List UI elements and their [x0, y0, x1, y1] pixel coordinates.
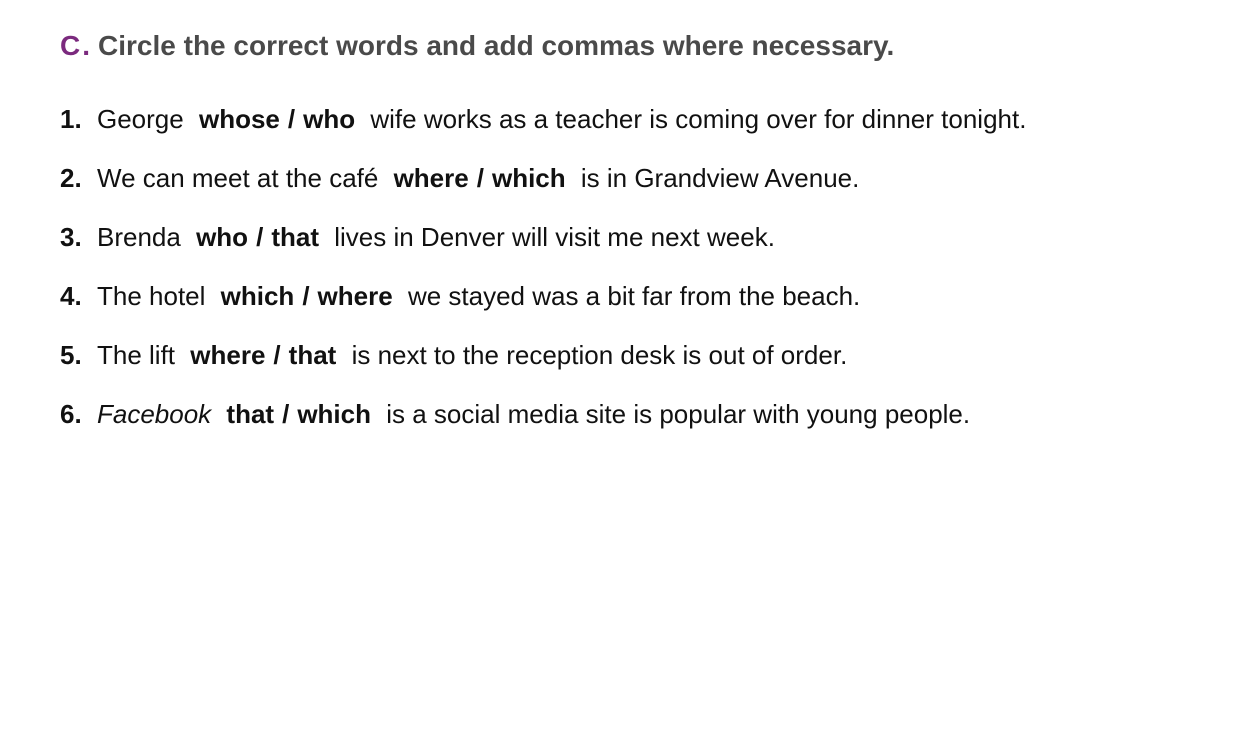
sentence-after: lives in Denver will visit me next week. [334, 222, 775, 252]
exercise-c: C. Circle the correct words and add comma… [60, 30, 1210, 446]
sentence-after: is next to the reception desk is out of … [351, 340, 848, 370]
sentence-item-4: 4. The hotel which / where we stayed was a… [60, 269, 1210, 324]
sentence-text: We can meet at the café where / which is i… [97, 151, 1210, 206]
sentence-item-1: 1. George whose / who wife works as a teac… [60, 92, 1210, 147]
option-b[interactable]: where [310, 281, 401, 311]
sentence-list: 1. George whose / who wife works as a teac… [60, 92, 1210, 442]
sentence-before: The hotel [97, 281, 206, 311]
item-number: 1. [60, 104, 82, 134]
option-b[interactable]: that [281, 340, 345, 370]
option-a[interactable]: who [188, 222, 256, 252]
sentence-before: We can meet at the café [97, 163, 379, 193]
option-b[interactable]: which [484, 163, 574, 193]
sentence-after: is a social media site is popular with y… [386, 399, 971, 429]
exercise-heading: C. Circle the correct words and add comma… [60, 30, 1210, 74]
sentence-text: The lift where / that is next to the recep… [97, 328, 1210, 383]
sentence-before: George [97, 104, 184, 134]
sentence-after: wife works as a teacher is coming over f… [370, 104, 1027, 134]
option-a[interactable]: that [218, 399, 282, 429]
item-number: 4. [60, 281, 82, 311]
exercise-letter-dot: . [82, 30, 91, 61]
sentence-text: George whose / who wife works as a teacher… [97, 92, 1210, 147]
option-slash: / [476, 163, 484, 193]
sentence-before: Brenda [97, 222, 181, 252]
option-slash: / [302, 281, 310, 311]
sentence-after: we stayed was a bit far from the beach. [407, 281, 861, 311]
exercise-letter: C [60, 30, 81, 61]
sentence-text: The hotel which / where we stayed was a bi… [97, 269, 1210, 324]
exercise-instruction: Circle the correct words and add commas … [98, 30, 895, 61]
option-slash: / [273, 340, 281, 370]
option-a[interactable]: where [386, 163, 477, 193]
sentence-after: is in Grandview Avenue. [580, 163, 860, 193]
option-a[interactable]: which [213, 281, 303, 311]
sentence-item-5: 5. The lift where / that is next to the re… [60, 328, 1210, 383]
option-b[interactable]: that [263, 222, 327, 252]
item-number: 2. [60, 163, 82, 193]
item-number: 6. [60, 399, 82, 429]
option-a[interactable]: whose [191, 104, 288, 134]
item-number: 5. [60, 340, 82, 370]
sentence-text: Brenda who / that lives in Denver will vis… [97, 210, 1210, 265]
option-b[interactable]: which [289, 399, 379, 429]
sentence-before: The lift [97, 340, 176, 370]
sentence-before: Facebook [97, 399, 212, 429]
sentence-text: Facebook that / which is a social media si… [97, 387, 1210, 442]
option-b[interactable]: who [295, 104, 363, 134]
sentence-item-6: 6. Facebook that / which is a social media… [60, 387, 1210, 442]
option-a[interactable]: where [182, 340, 273, 370]
sentence-item-3: 3. Brenda who / that lives in Denver will … [60, 210, 1210, 265]
sentence-item-2: 2. We can meet at the café where / which i… [60, 151, 1210, 206]
item-number: 3. [60, 222, 82, 252]
